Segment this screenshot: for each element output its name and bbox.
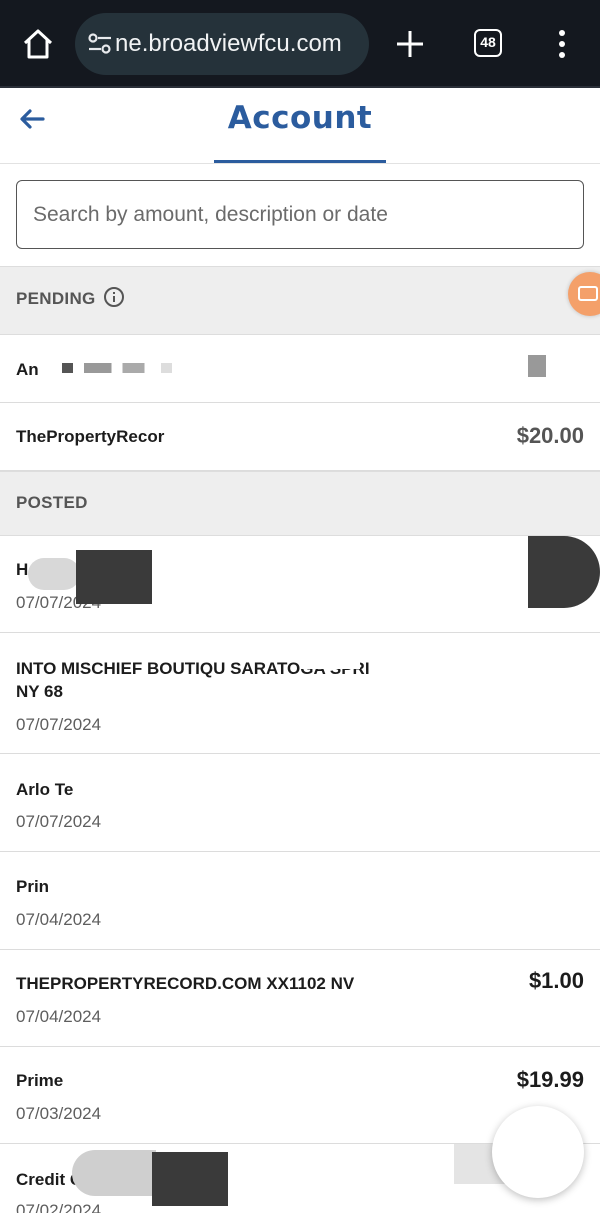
app-header: Account xyxy=(0,90,600,164)
info-icon[interactable] xyxy=(104,287,124,307)
home-icon[interactable] xyxy=(20,26,56,62)
address-bar[interactable]: ne.broadviewfcu.com xyxy=(75,13,369,75)
transaction-description: An xyxy=(16,360,39,379)
transaction-amount: $20.00 xyxy=(516,423,584,448)
transaction-description: Prin xyxy=(16,877,50,896)
transaction-date: 07/04/2024 xyxy=(16,1007,102,1026)
active-tab-indicator xyxy=(214,160,386,163)
pending-row[interactable]: An xyxy=(0,335,600,403)
transaction-description: THEPROPERTYRECORD.COM XX1102 NV xyxy=(16,974,355,993)
page-title[interactable]: Account xyxy=(214,100,386,136)
more-menu-icon[interactable] xyxy=(552,28,572,60)
posted-row[interactable]: Arlo Te 07/07/2024 xyxy=(0,754,600,852)
pending-row[interactable]: ThePropertyRecor $20.00 xyxy=(0,403,600,471)
posted-row[interactable]: INTO MISCHIEF BOUTIQU SARATOGA SPRI NY 6… xyxy=(0,633,600,754)
video-badge-icon[interactable] xyxy=(568,272,600,316)
redacted-amount xyxy=(528,355,568,377)
back-arrow-icon[interactable] xyxy=(16,105,48,137)
transaction-description: Arlo Te xyxy=(16,780,74,799)
redacted-text xyxy=(152,1152,228,1206)
search-section xyxy=(0,164,600,266)
floating-action-button[interactable] xyxy=(492,1106,584,1198)
redacted-text xyxy=(28,558,80,590)
transaction-amount: $19.99 xyxy=(516,1067,584,1092)
transaction-amount: $1.00 xyxy=(528,968,584,993)
transaction-date: 07/04/2024 xyxy=(16,910,102,929)
tab-switcher-button[interactable]: 48 xyxy=(474,29,502,57)
site-settings-icon[interactable] xyxy=(87,32,113,56)
transaction-date: 07/07/2024 xyxy=(16,715,102,734)
new-tab-icon[interactable] xyxy=(394,28,426,60)
transaction-description-line2: NY 68 xyxy=(16,682,63,701)
pending-section-header: PENDING xyxy=(0,266,600,335)
redacted-text xyxy=(300,655,360,669)
redacted-text xyxy=(62,363,172,373)
search-input[interactable] xyxy=(16,180,584,249)
transaction-date: 07/07/2024 xyxy=(16,812,102,831)
posted-row[interactable]: THEPROPERTYRECORD.COM XX1102 NV 07/04/20… xyxy=(0,950,600,1047)
redacted-text xyxy=(72,1150,156,1196)
transaction-date: 07/03/2024 xyxy=(16,1104,102,1123)
url-text[interactable]: ne.broadviewfcu.com xyxy=(115,13,365,75)
posted-row[interactable]: Ho 07/07/2024 xyxy=(0,536,600,633)
pending-label: PENDING xyxy=(16,289,96,308)
posted-row[interactable]: Prin 07/04/2024 xyxy=(0,852,600,950)
redacted-text xyxy=(76,550,152,604)
transaction-description: Prime xyxy=(16,1071,64,1090)
posted-label: POSTED xyxy=(16,493,88,512)
posted-section-header: POSTED xyxy=(0,471,600,536)
transaction-date: 07/02/2024 xyxy=(16,1201,102,1213)
transaction-description: ThePropertyRecor xyxy=(16,427,165,446)
redacted-amount xyxy=(528,536,600,608)
browser-toolbar: ne.broadviewfcu.com 48 xyxy=(0,0,600,88)
